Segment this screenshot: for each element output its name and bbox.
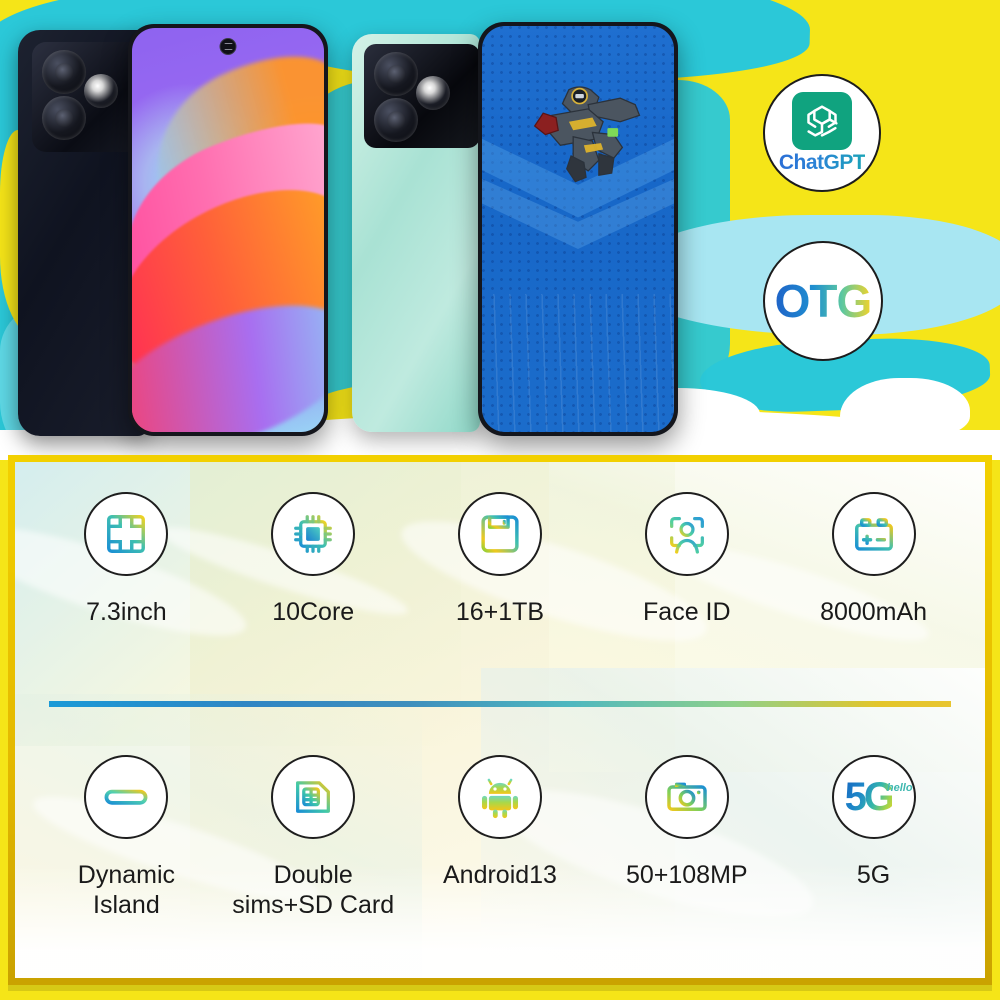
feature-face-id[interactable]: Face ID <box>598 492 776 628</box>
spec-panel: 7.3inch 10Core 16+1TB Face ID 8000mAh Dy… <box>8 455 992 985</box>
camera-module <box>364 44 480 148</box>
feature-screen-size[interactable]: 7.3inch <box>37 492 215 628</box>
battery-icon <box>831 492 916 576</box>
feature-label: Face ID <box>643 598 731 626</box>
feature-label: 7.3inch <box>86 598 167 626</box>
feature-label: Dynamic Island <box>77 861 176 919</box>
badge-chatgpt[interactable]: ChatGPT <box>763 74 881 192</box>
feature-label: Android13 <box>442 861 557 889</box>
feature-label: 10Core <box>272 598 355 626</box>
feature-5g[interactable]: 5G hello 5G <box>785 755 963 891</box>
five-g-icon: 5G hello <box>831 755 916 839</box>
phone-screen-wallpaper <box>132 28 324 432</box>
feature-label: Double sims+SD Card <box>232 861 395 919</box>
mint-phone-front <box>478 22 678 436</box>
camera-flash-icon <box>416 76 450 110</box>
dynamic-island-icon <box>84 755 169 839</box>
feature-camera[interactable]: 50+108MP <box>598 755 776 891</box>
android-robot-icon <box>457 755 542 839</box>
cpu-chip-icon <box>271 492 356 576</box>
feature-label: 8000mAh <box>820 598 928 626</box>
camera-flash-icon <box>84 74 118 108</box>
feature-label: 50+108MP <box>625 861 748 889</box>
screen-size-icon <box>84 492 169 576</box>
five-g-badge-text: 5G <box>844 775 895 819</box>
hero-banner: ChatGPT OTG <box>0 0 1000 460</box>
feature-cpu[interactable]: 10Core <box>224 492 402 628</box>
feature-sim[interactable]: Double sims+SD Card <box>224 755 402 920</box>
camera-icon <box>644 755 729 839</box>
badge-otg[interactable]: OTG <box>763 241 883 361</box>
openai-logo-icon <box>792 91 852 150</box>
feature-label: 5G <box>856 861 891 889</box>
feature-row-1: 7.3inch 10Core 16+1TB Face ID 8000mAh <box>15 462 985 715</box>
row-divider <box>49 701 951 707</box>
feature-battery[interactable]: 8000mAh <box>785 492 963 628</box>
feature-dynamic-island[interactable]: Dynamic Island <box>37 755 215 920</box>
face-id-icon <box>644 492 729 576</box>
game-character-robot-icon <box>533 86 641 183</box>
black-phone-front <box>128 24 328 436</box>
five-g-hello-text: hello <box>886 782 913 794</box>
front-camera-icon <box>219 38 237 55</box>
feature-row-2: Dynamic Island Double sims+SD Card Andro… <box>15 715 985 978</box>
feature-android[interactable]: Android13 <box>411 755 589 891</box>
wallpaper-speedlines <box>482 293 674 432</box>
badge-otg-label: OTG <box>774 275 873 327</box>
camera-lens-icon <box>374 98 418 142</box>
feature-label: 16+1TB <box>455 598 545 626</box>
feature-storage[interactable]: 16+1TB <box>411 492 589 628</box>
mint-phone-back <box>352 34 480 432</box>
sim-card-icon <box>271 755 356 839</box>
floppy-storage-icon <box>457 492 542 576</box>
camera-lens-icon <box>374 52 418 96</box>
phone-screen-wallpaper <box>482 26 674 432</box>
badge-chatgpt-label: ChatGPT <box>778 150 866 174</box>
camera-lens-icon <box>42 50 86 94</box>
camera-lens-icon <box>42 96 86 140</box>
